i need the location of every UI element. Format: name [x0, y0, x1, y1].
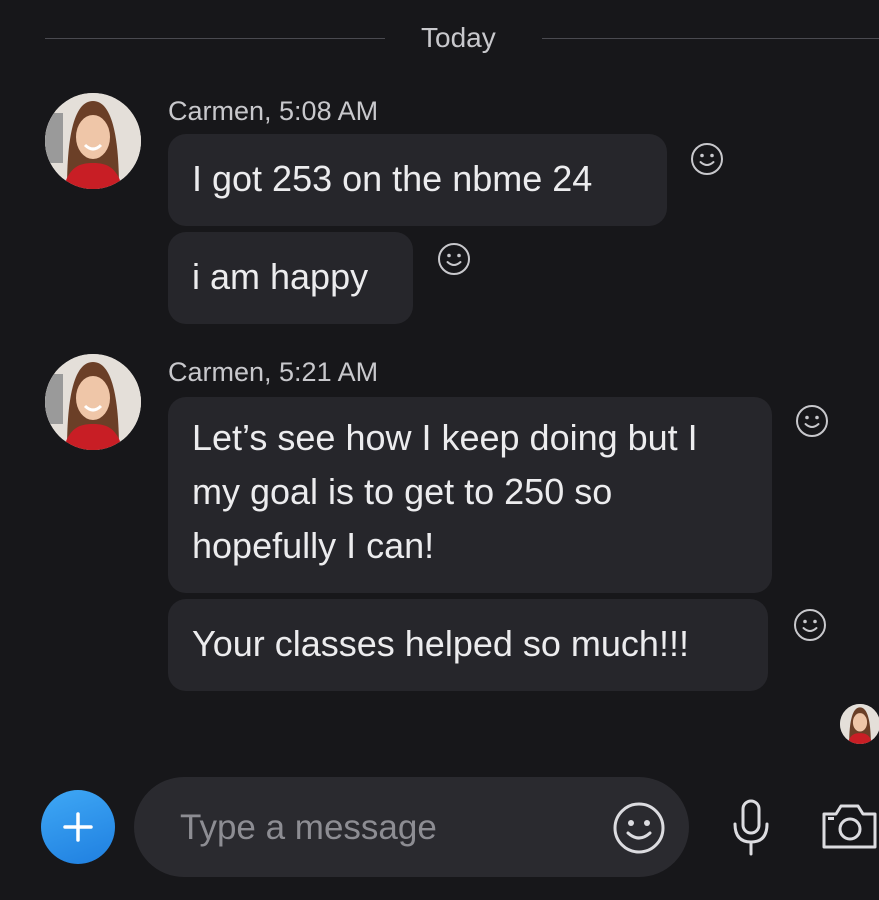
smiley-reaction-icon[interactable]: [690, 142, 724, 176]
sender-line: Carmen, 5:08 AM: [168, 96, 379, 126]
avatar[interactable]: [45, 93, 141, 189]
message-composer[interactable]: [134, 777, 689, 877]
divider-line-left: [45, 38, 385, 39]
emoji-button[interactable]: [612, 801, 666, 855]
add-attachment-button[interactable]: [41, 790, 115, 864]
smiley-reaction-icon[interactable]: [793, 608, 827, 642]
message-text: Your classes helped so much!!!: [192, 623, 689, 664]
sender-line: Carmen, 5:21 AM: [168, 357, 379, 387]
divider-line-right: [542, 38, 879, 39]
plus-icon: [63, 812, 93, 842]
camera-button[interactable]: [820, 800, 879, 852]
message-bubble[interactable]: I got 253 on the nbme 24: [168, 134, 667, 226]
message-bubble[interactable]: i am happy: [168, 232, 413, 324]
message-bubble[interactable]: Your classes helped so much!!!: [168, 599, 768, 691]
read-receipt-avatar: [840, 704, 879, 744]
date-divider: Today: [45, 18, 879, 58]
microphone-icon: [733, 799, 769, 856]
avatar[interactable]: [45, 354, 141, 450]
smiley-reaction-icon[interactable]: [795, 404, 829, 438]
chat-screen: Today Carmen, 5:08 AM I got 253 on the n…: [0, 0, 879, 900]
message-input[interactable]: [178, 802, 602, 854]
smiley-reaction-icon[interactable]: [437, 242, 471, 276]
microphone-button[interactable]: [728, 798, 774, 858]
camera-icon: [822, 804, 877, 849]
message-bubble[interactable]: Let’s see how I keep doing but I my goal…: [168, 397, 772, 593]
message-text: i am happy: [192, 256, 369, 297]
message-text: Let’s see how I keep doing but I my goal…: [192, 417, 698, 566]
date-divider-label: Today: [421, 22, 496, 53]
emoji-icon: [613, 802, 665, 854]
message-text: I got 253 on the nbme 24: [192, 158, 593, 199]
